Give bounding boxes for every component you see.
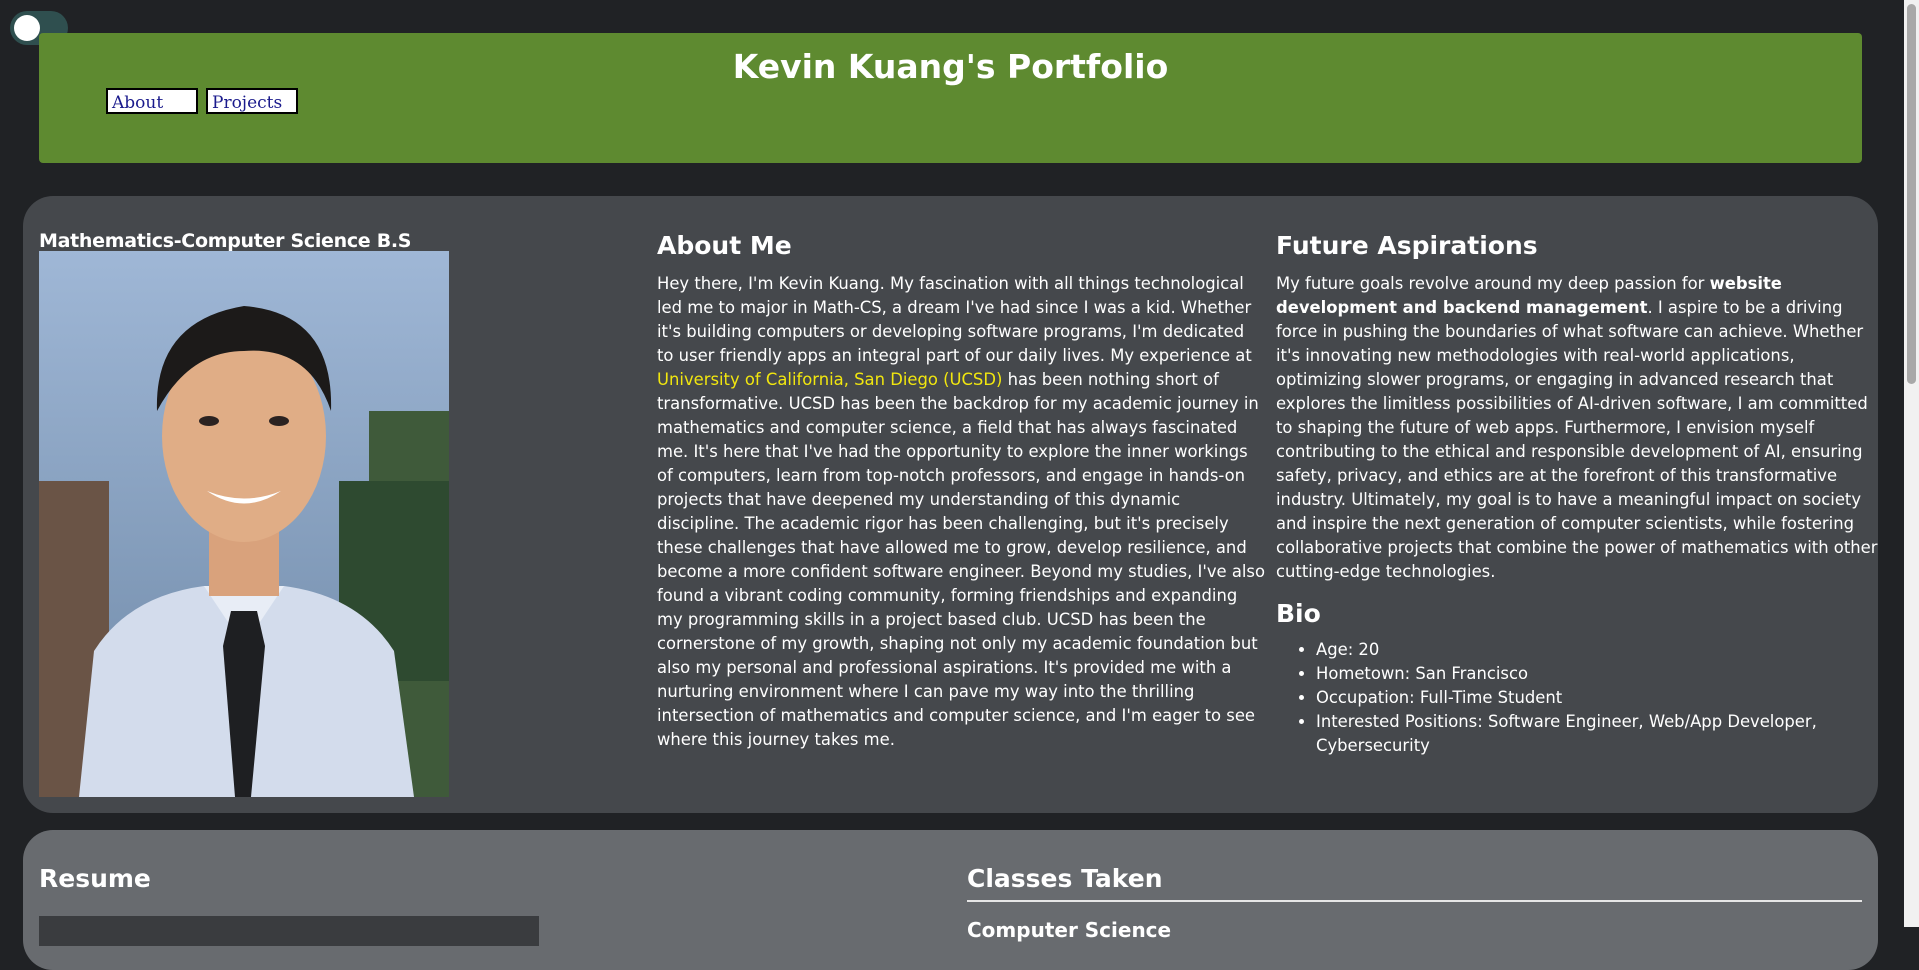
bio-item-hometown: Hometown: San Francisco <box>1316 662 1882 686</box>
classes-heading: Classes Taken <box>967 864 1163 893</box>
toggle-knob <box>14 15 40 41</box>
future-text-start: My future goals revolve around my deep p… <box>1276 274 1710 293</box>
classes-subheading: Computer Science <box>967 918 1172 942</box>
bio-item-positions: Interested Positions: Software Engineer,… <box>1316 710 1882 758</box>
future-heading: Future Aspirations <box>1276 231 1538 260</box>
nav-bar: About Projects <box>106 88 298 114</box>
future-text-end: . I aspire to be a driving force in push… <box>1276 298 1878 581</box>
bio-list: Age: 20 Hometown: San Francisco Occupati… <box>1276 638 1882 758</box>
about-text-end: has been nothing short of transformative… <box>657 370 1266 749</box>
degree-title: Mathematics-Computer Science B.S <box>39 230 412 252</box>
page-scrollbar[interactable] <box>1904 0 1919 927</box>
about-text-start: Hey there, I'm Kevin Kuang. My fascinati… <box>657 274 1252 365</box>
scrollbar-thumb[interactable] <box>1907 4 1916 384</box>
nav-about-link[interactable]: About <box>106 88 198 114</box>
site-header: Kevin Kuang's Portfolio About Projects <box>39 33 1862 163</box>
future-column: Future Aspirations My future goals revol… <box>1276 230 1882 758</box>
bio-item-occupation: Occupation: Full-Time Student <box>1316 686 1882 710</box>
bio-item-age: Age: 20 <box>1316 638 1882 662</box>
profile-photo-illustration <box>39 251 449 797</box>
resume-viewer[interactable] <box>39 916 539 946</box>
about-section: Mathematics-Computer Science B.S About M… <box>23 196 1878 813</box>
about-heading: About Me <box>657 231 792 260</box>
about-column: About Me Hey there, I'm Kevin Kuang. My … <box>657 230 1265 752</box>
ucsd-link[interactable]: University of California, San Diego (UCS… <box>657 370 1002 389</box>
classes-divider <box>967 900 1862 902</box>
resume-heading: Resume <box>39 864 151 893</box>
nav-projects-link[interactable]: Projects <box>206 88 298 114</box>
resume-classes-section: Resume Classes Taken Computer Science <box>23 830 1878 970</box>
page-title: Kevin Kuang's Portfolio <box>732 47 1169 86</box>
bio-heading: Bio <box>1276 599 1321 628</box>
future-paragraph: My future goals revolve around my deep p… <box>1276 272 1882 584</box>
profile-photo <box>39 251 449 797</box>
about-paragraph: Hey there, I'm Kevin Kuang. My fascinati… <box>657 272 1265 752</box>
